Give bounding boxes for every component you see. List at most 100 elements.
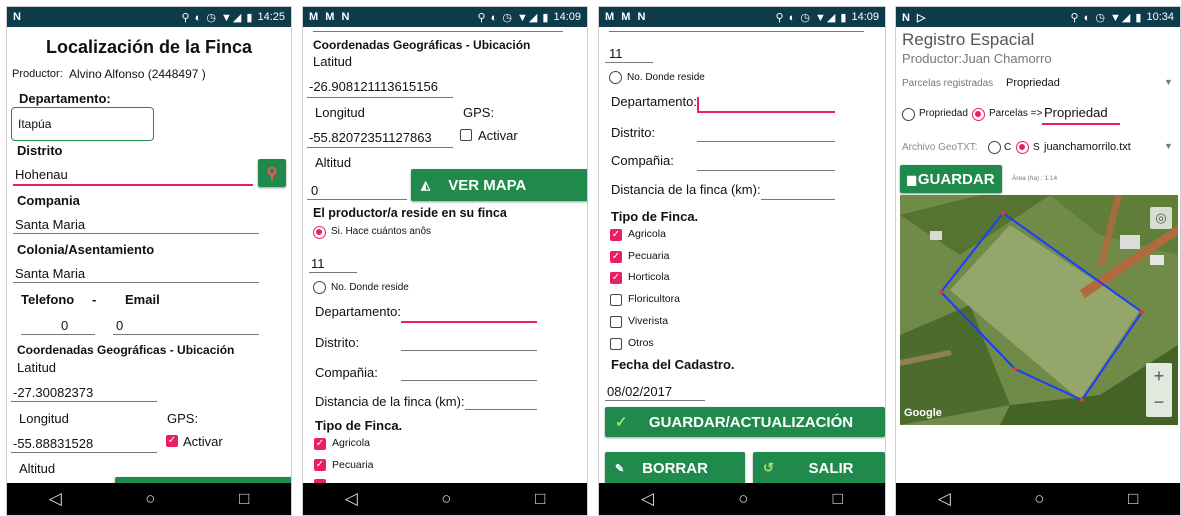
zoom-in-button[interactable]: + <box>1146 363 1172 390</box>
back-icon[interactable]: ◁ <box>49 489 62 509</box>
otros-checkbox[interactable] <box>610 338 622 350</box>
borrar-button[interactable]: ✎ BORRAR <box>605 452 745 484</box>
agricola-checkbox[interactable]: ✓ <box>314 438 326 450</box>
salir-button[interactable]: ↺ SALIR <box>753 452 885 484</box>
parcelas-radio[interactable] <box>972 108 985 121</box>
exit-icon: ↺ <box>763 460 774 475</box>
gps-activar-label: Activar <box>183 434 223 449</box>
pecuaria-label: Pecuaria <box>628 250 670 262</box>
latitud-field[interactable]: -27.30082373 <box>13 385 93 400</box>
reside-no-radio[interactable] <box>313 281 326 294</box>
back-icon[interactable]: ◁ <box>938 489 951 509</box>
zoom-out-button[interactable]: − <box>1146 390 1172 417</box>
home-icon[interactable]: ○ <box>145 489 155 509</box>
distrito-underline[interactable] <box>697 141 835 142</box>
archivo-dropdown-icon[interactable]: ▼ <box>1164 141 1173 151</box>
my-location-icon[interactable]: ◎ <box>1150 207 1172 229</box>
scrolled-field-underline <box>313 31 563 32</box>
distrito-label: Distrito: <box>315 335 360 350</box>
otros-label: Otros <box>628 337 654 349</box>
colonia-field[interactable]: Santa Maria <box>15 266 85 281</box>
departamento-underline[interactable] <box>401 321 537 323</box>
location-pin-button[interactable]: ⚲ <box>258 159 286 187</box>
guardar-actualizacion-label: GUARDAR/ACTUALIZACIÓN <box>648 413 854 431</box>
reside-si-radio[interactable] <box>313 226 326 239</box>
compania-field[interactable]: Santa Maria <box>15 217 85 232</box>
reside-no-radio[interactable] <box>609 71 622 84</box>
archivo-c-radio[interactable] <box>988 141 1001 154</box>
telefono-field[interactable]: 0 <box>61 318 68 333</box>
archivo-s-radio[interactable] <box>1016 141 1029 154</box>
anos-field[interactable]: 11 <box>609 46 623 61</box>
guardar-button[interactable]: ▆ GUARDAR <box>900 165 1002 193</box>
status-time: 14:09 <box>553 11 581 23</box>
agricola-label: Agricola <box>332 437 370 449</box>
distrito-underline[interactable] <box>401 350 537 351</box>
pecuaria-label: Pecuaria <box>332 459 374 471</box>
recent-apps-icon[interactable]: □ <box>239 489 249 509</box>
propiedad-radio-label: Propriedad <box>919 108 968 119</box>
longitud-field[interactable]: -55.82072351127863 <box>309 130 432 145</box>
agricola-checkbox[interactable]: ✓ <box>610 229 622 241</box>
distancia-underline[interactable] <box>761 199 835 200</box>
longitud-label: Longitud <box>315 105 365 120</box>
distancia-underline[interactable] <box>465 409 537 410</box>
parcelas-radio-label: Parcelas => <box>989 108 1043 119</box>
compania-underline[interactable] <box>697 170 835 171</box>
compania-underline[interactable] <box>401 380 537 381</box>
status-notification-icons: N <box>13 11 23 23</box>
parcelas-dropdown-icon[interactable]: ▼ <box>1164 77 1173 87</box>
tipo-finca-label: Tipo de Finca. <box>611 209 699 224</box>
departamento-select[interactable]: Itapúa <box>11 107 154 141</box>
propiedad-radio[interactable] <box>902 108 915 121</box>
anos-underline <box>605 62 653 63</box>
home-icon[interactable]: ○ <box>738 489 748 509</box>
email-field[interactable]: 0 <box>116 318 123 333</box>
horticola-checkbox[interactable]: ✓ <box>610 272 622 284</box>
status-time: 14:09 <box>851 11 879 23</box>
departamento-label: Departamento: <box>315 304 401 319</box>
latitud-underline <box>11 401 157 402</box>
altitud-field[interactable]: 0 <box>311 183 318 198</box>
ver-mapa-button[interactable]: ◭ VER MAPA <box>411 169 587 201</box>
back-icon[interactable]: ◁ <box>345 489 358 509</box>
departamento-label: Departamento: <box>611 94 697 109</box>
anos-underline <box>309 272 357 273</box>
fecha-field[interactable]: 08/02/2017 <box>607 384 672 399</box>
recent-apps-icon[interactable]: □ <box>833 489 843 509</box>
recent-apps-icon[interactable]: □ <box>1128 489 1138 509</box>
ver-mapa-label: VER MAPA <box>448 176 527 194</box>
status-bar: N ▷ ⚲ ◐ ◷ ▼◢ ▮ 10:34 <box>896 7 1180 27</box>
anos-field[interactable]: 11 <box>311 256 325 271</box>
location-pin-icon: ⚲ <box>266 165 278 182</box>
satellite-map[interactable]: ◎ + − Google <box>900 195 1178 425</box>
latitud-label: Latitud <box>313 54 353 69</box>
home-icon[interactable]: ○ <box>1034 489 1044 509</box>
back-icon[interactable]: ◁ <box>641 489 654 509</box>
gps-activar-checkbox[interactable] <box>460 129 472 141</box>
telefono-email-dash: - <box>92 292 97 307</box>
parcela-input-underline <box>1042 123 1120 125</box>
parcelas-select-value[interactable]: Propriedad <box>1006 77 1060 89</box>
reside-si-label: Si. Hace cuántos anôs <box>331 226 432 237</box>
floricultora-checkbox[interactable] <box>610 294 622 306</box>
home-icon[interactable]: ○ <box>441 489 451 509</box>
archivo-select-value[interactable]: juanchamorrilo.txt <box>1044 141 1131 153</box>
tipo-finca-label: Tipo de Finca. <box>315 418 403 433</box>
gps-activar-checkbox[interactable]: ✓ <box>166 435 178 447</box>
latitud-field[interactable]: -26.908121113615156 <box>309 79 438 94</box>
agricola-label: Agricola <box>628 228 666 240</box>
guardar-actualizacion-button[interactable]: ✓ GUARDAR/ACTUALIZACIÓN <box>605 407 885 437</box>
viverista-checkbox[interactable] <box>610 316 622 328</box>
pecuaria-checkbox[interactable]: ✓ <box>314 459 326 471</box>
longitud-field[interactable]: -55.88831528 <box>13 436 93 451</box>
distrito-field[interactable]: Hohenau <box>15 167 68 182</box>
distancia-label: Distancia de la finca (km): <box>611 182 761 197</box>
pecuaria-checkbox[interactable]: ✓ <box>610 251 622 263</box>
recent-apps-icon[interactable]: □ <box>535 489 545 509</box>
parcela-input[interactable]: Propriedad <box>1044 105 1108 120</box>
productor-label: Productor:Juan Chamorro <box>902 51 1052 66</box>
colonia-underline <box>13 282 259 283</box>
departamento-underline[interactable] <box>697 111 835 113</box>
altitud-label: Altitud <box>315 155 352 170</box>
